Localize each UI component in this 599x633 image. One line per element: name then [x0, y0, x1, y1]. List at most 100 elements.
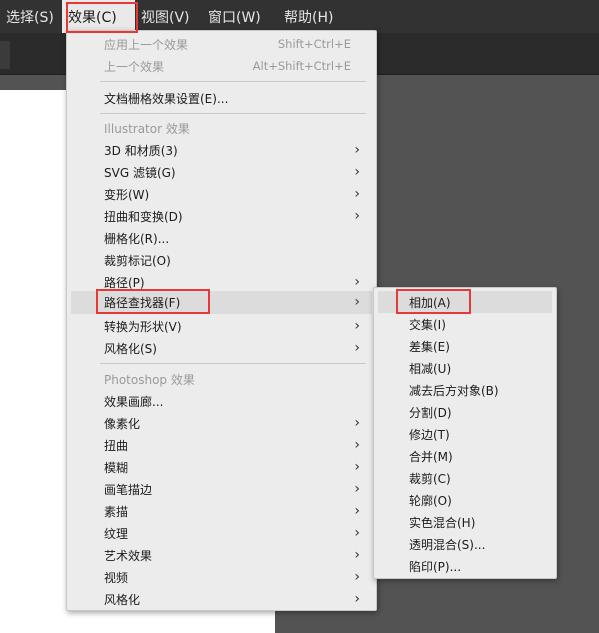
pathfinder-item-crop[interactable]: 裁剪(C)	[378, 467, 552, 489]
submenu-arrow-icon: ›	[354, 569, 360, 585]
menu-item-label: 艺术效果	[104, 548, 153, 563]
menu-effect[interactable]: 效果(C)	[62, 0, 135, 33]
menu-item-last-effect[interactable]: 上一个效果 Alt+Shift+Ctrl+E	[71, 55, 372, 77]
menu-item-label: 扭曲和变换(D)	[104, 209, 183, 224]
submenu-arrow-icon: ›	[354, 318, 360, 334]
shortcut-label: Alt+Shift+Ctrl+E	[252, 59, 351, 73]
submenu-arrow-icon: ›	[354, 591, 360, 607]
pathfinder-item-trim[interactable]: 修边(T)	[378, 423, 552, 445]
menu-item-texture[interactable]: 纹理 ›	[71, 522, 372, 544]
pathfinder-item-exclude[interactable]: 差集(E)	[378, 335, 552, 357]
menu-item-blur[interactable]: 模糊 ›	[71, 456, 372, 478]
menu-item-label: 文档栅格效果设置(E)...	[104, 91, 229, 106]
toolbar-edge	[0, 41, 10, 69]
section-label: Photoshop 效果	[104, 372, 195, 387]
menu-item-label: 路径(P)	[104, 275, 145, 290]
submenu-arrow-icon: ›	[354, 340, 360, 356]
menu-help[interactable]: 帮助(H)	[278, 0, 348, 33]
menu-item-svg-filters[interactable]: SVG 滤镜(G) ›	[71, 161, 372, 183]
pathfinder-item-intersect[interactable]: 交集(I)	[378, 313, 552, 335]
menu-separator	[100, 81, 366, 82]
pathfinder-item-soft-mix[interactable]: 透明混合(S)...	[378, 533, 552, 555]
menu-item-label: 转换为形状(V)	[104, 319, 182, 334]
submenu-arrow-icon: ›	[354, 294, 360, 310]
menu-item-pixelate[interactable]: 像素化 ›	[71, 412, 372, 434]
menu-item-label: 像素化	[104, 416, 141, 431]
menu-item-artistic[interactable]: 艺术效果 ›	[71, 544, 372, 566]
menu-item-brush-strokes[interactable]: 画笔描边 ›	[71, 478, 372, 500]
menu-item-label: 裁剪(C)	[409, 471, 451, 486]
submenu-arrow-icon: ›	[354, 186, 360, 202]
submenu-arrow-icon: ›	[354, 142, 360, 158]
menu-item-label: 风格化	[104, 592, 141, 607]
pathfinder-item-outline[interactable]: 轮廓(O)	[378, 489, 552, 511]
section-label: Illustrator 效果	[104, 121, 190, 136]
menu-item-label: 差集(E)	[409, 339, 450, 354]
menu-item-label: 上一个效果	[104, 59, 165, 74]
menu-item-label: 扭曲	[104, 438, 129, 453]
menu-item-3d-materials[interactable]: 3D 和材质(3) ›	[71, 139, 372, 161]
menu-item-label: 合并(M)	[409, 449, 453, 464]
menu-item-label: 分割(D)	[409, 405, 452, 420]
menu-item-distort-transform[interactable]: 扭曲和变换(D) ›	[71, 205, 372, 227]
menu-item-label: 效果画廊...	[104, 394, 164, 409]
menu-item-label: 相减(U)	[409, 361, 452, 376]
menu-item-crop-marks[interactable]: 裁剪标记(O)	[71, 249, 372, 271]
effect-menu: 应用上一个效果 Shift+Ctrl+E 上一个效果 Alt+Shift+Ctr…	[66, 30, 377, 611]
submenu-arrow-icon: ›	[354, 481, 360, 497]
pathfinder-item-minus-back[interactable]: 减去后方对象(B)	[378, 379, 552, 401]
menu-item-label: 变形(W)	[104, 187, 150, 202]
menu-item-path[interactable]: 路径(P) ›	[71, 271, 372, 293]
menu-item-video[interactable]: 视频 ›	[71, 566, 372, 588]
submenu-arrow-icon: ›	[354, 208, 360, 224]
submenu-arrow-icon: ›	[354, 274, 360, 290]
menu-item-convert-to-shape[interactable]: 转换为形状(V) ›	[71, 315, 372, 337]
menu-item-label: 应用上一个效果	[104, 37, 189, 52]
menu-item-pathfinder[interactable]: 路径查找器(F) ›	[71, 291, 372, 314]
menu-item-label: 透明混合(S)...	[409, 537, 486, 552]
menu-select[interactable]: 选择(S)	[0, 0, 62, 33]
section-header-illustrator: Illustrator 效果	[71, 117, 372, 139]
menu-item-label: 纹理	[104, 526, 129, 541]
submenu-arrow-icon: ›	[354, 547, 360, 563]
menu-item-distort[interactable]: 扭曲 ›	[71, 434, 372, 456]
menu-item-label: 陷印(P)...	[409, 559, 462, 574]
menu-item-label: 交集(I)	[409, 317, 446, 332]
menu-item-label: 修边(T)	[409, 427, 450, 442]
menu-view[interactable]: 视图(V)	[135, 0, 202, 33]
pathfinder-item-add[interactable]: 相加(A)	[378, 291, 552, 313]
submenu-arrow-icon: ›	[354, 437, 360, 453]
menu-item-label: 视频	[104, 570, 129, 585]
menu-item-warp[interactable]: 变形(W) ›	[71, 183, 372, 205]
menu-item-label: 3D 和材质(3)	[104, 143, 178, 158]
menu-item-apply-last-effect[interactable]: 应用上一个效果 Shift+Ctrl+E	[71, 33, 372, 55]
menu-window[interactable]: 窗口(W)	[202, 0, 278, 33]
menu-item-label: 轮廓(O)	[409, 493, 452, 508]
pathfinder-item-divide[interactable]: 分割(D)	[378, 401, 552, 423]
menu-item-effect-gallery[interactable]: 效果画廊...	[71, 390, 372, 412]
pathfinder-item-subtract[interactable]: 相减(U)	[378, 357, 552, 379]
menu-item-label: 实色混合(H)	[409, 515, 476, 530]
menu-item-label: 模糊	[104, 460, 129, 475]
menu-item-rasterize[interactable]: 栅格化(R)...	[71, 227, 372, 249]
menu-item-document-raster-settings[interactable]: 文档栅格效果设置(E)...	[71, 87, 372, 109]
menu-item-stylize[interactable]: 风格化(S) ›	[71, 337, 372, 359]
submenu-arrow-icon: ›	[354, 503, 360, 519]
menu-item-label: 减去后方对象(B)	[409, 383, 499, 398]
section-header-photoshop: Photoshop 效果	[71, 368, 372, 390]
submenu-arrow-icon: ›	[354, 415, 360, 431]
menu-item-stylize-photoshop[interactable]: 风格化 ›	[71, 588, 372, 610]
pathfinder-item-merge[interactable]: 合并(M)	[378, 445, 552, 467]
menu-item-label: 裁剪标记(O)	[104, 253, 171, 268]
pathfinder-item-hard-mix[interactable]: 实色混合(H)	[378, 511, 552, 533]
menu-separator	[100, 113, 366, 114]
menu-bar: 选择(S) 效果(C) 视图(V) 窗口(W) 帮助(H)	[0, 0, 599, 33]
menu-item-label: 相加(A)	[409, 295, 451, 310]
menu-separator	[100, 363, 366, 364]
menu-item-label: 路径查找器(F)	[104, 296, 181, 310]
shortcut-label: Shift+Ctrl+E	[277, 37, 351, 51]
pathfinder-submenu: 相加(A) 交集(I) 差集(E) 相减(U) 减去后方对象(B) 分割(D) …	[373, 287, 557, 579]
pathfinder-item-trap[interactable]: 陷印(P)...	[378, 555, 552, 577]
menu-item-label: 风格化(S)	[104, 341, 157, 356]
menu-item-sketch[interactable]: 素描 ›	[71, 500, 372, 522]
